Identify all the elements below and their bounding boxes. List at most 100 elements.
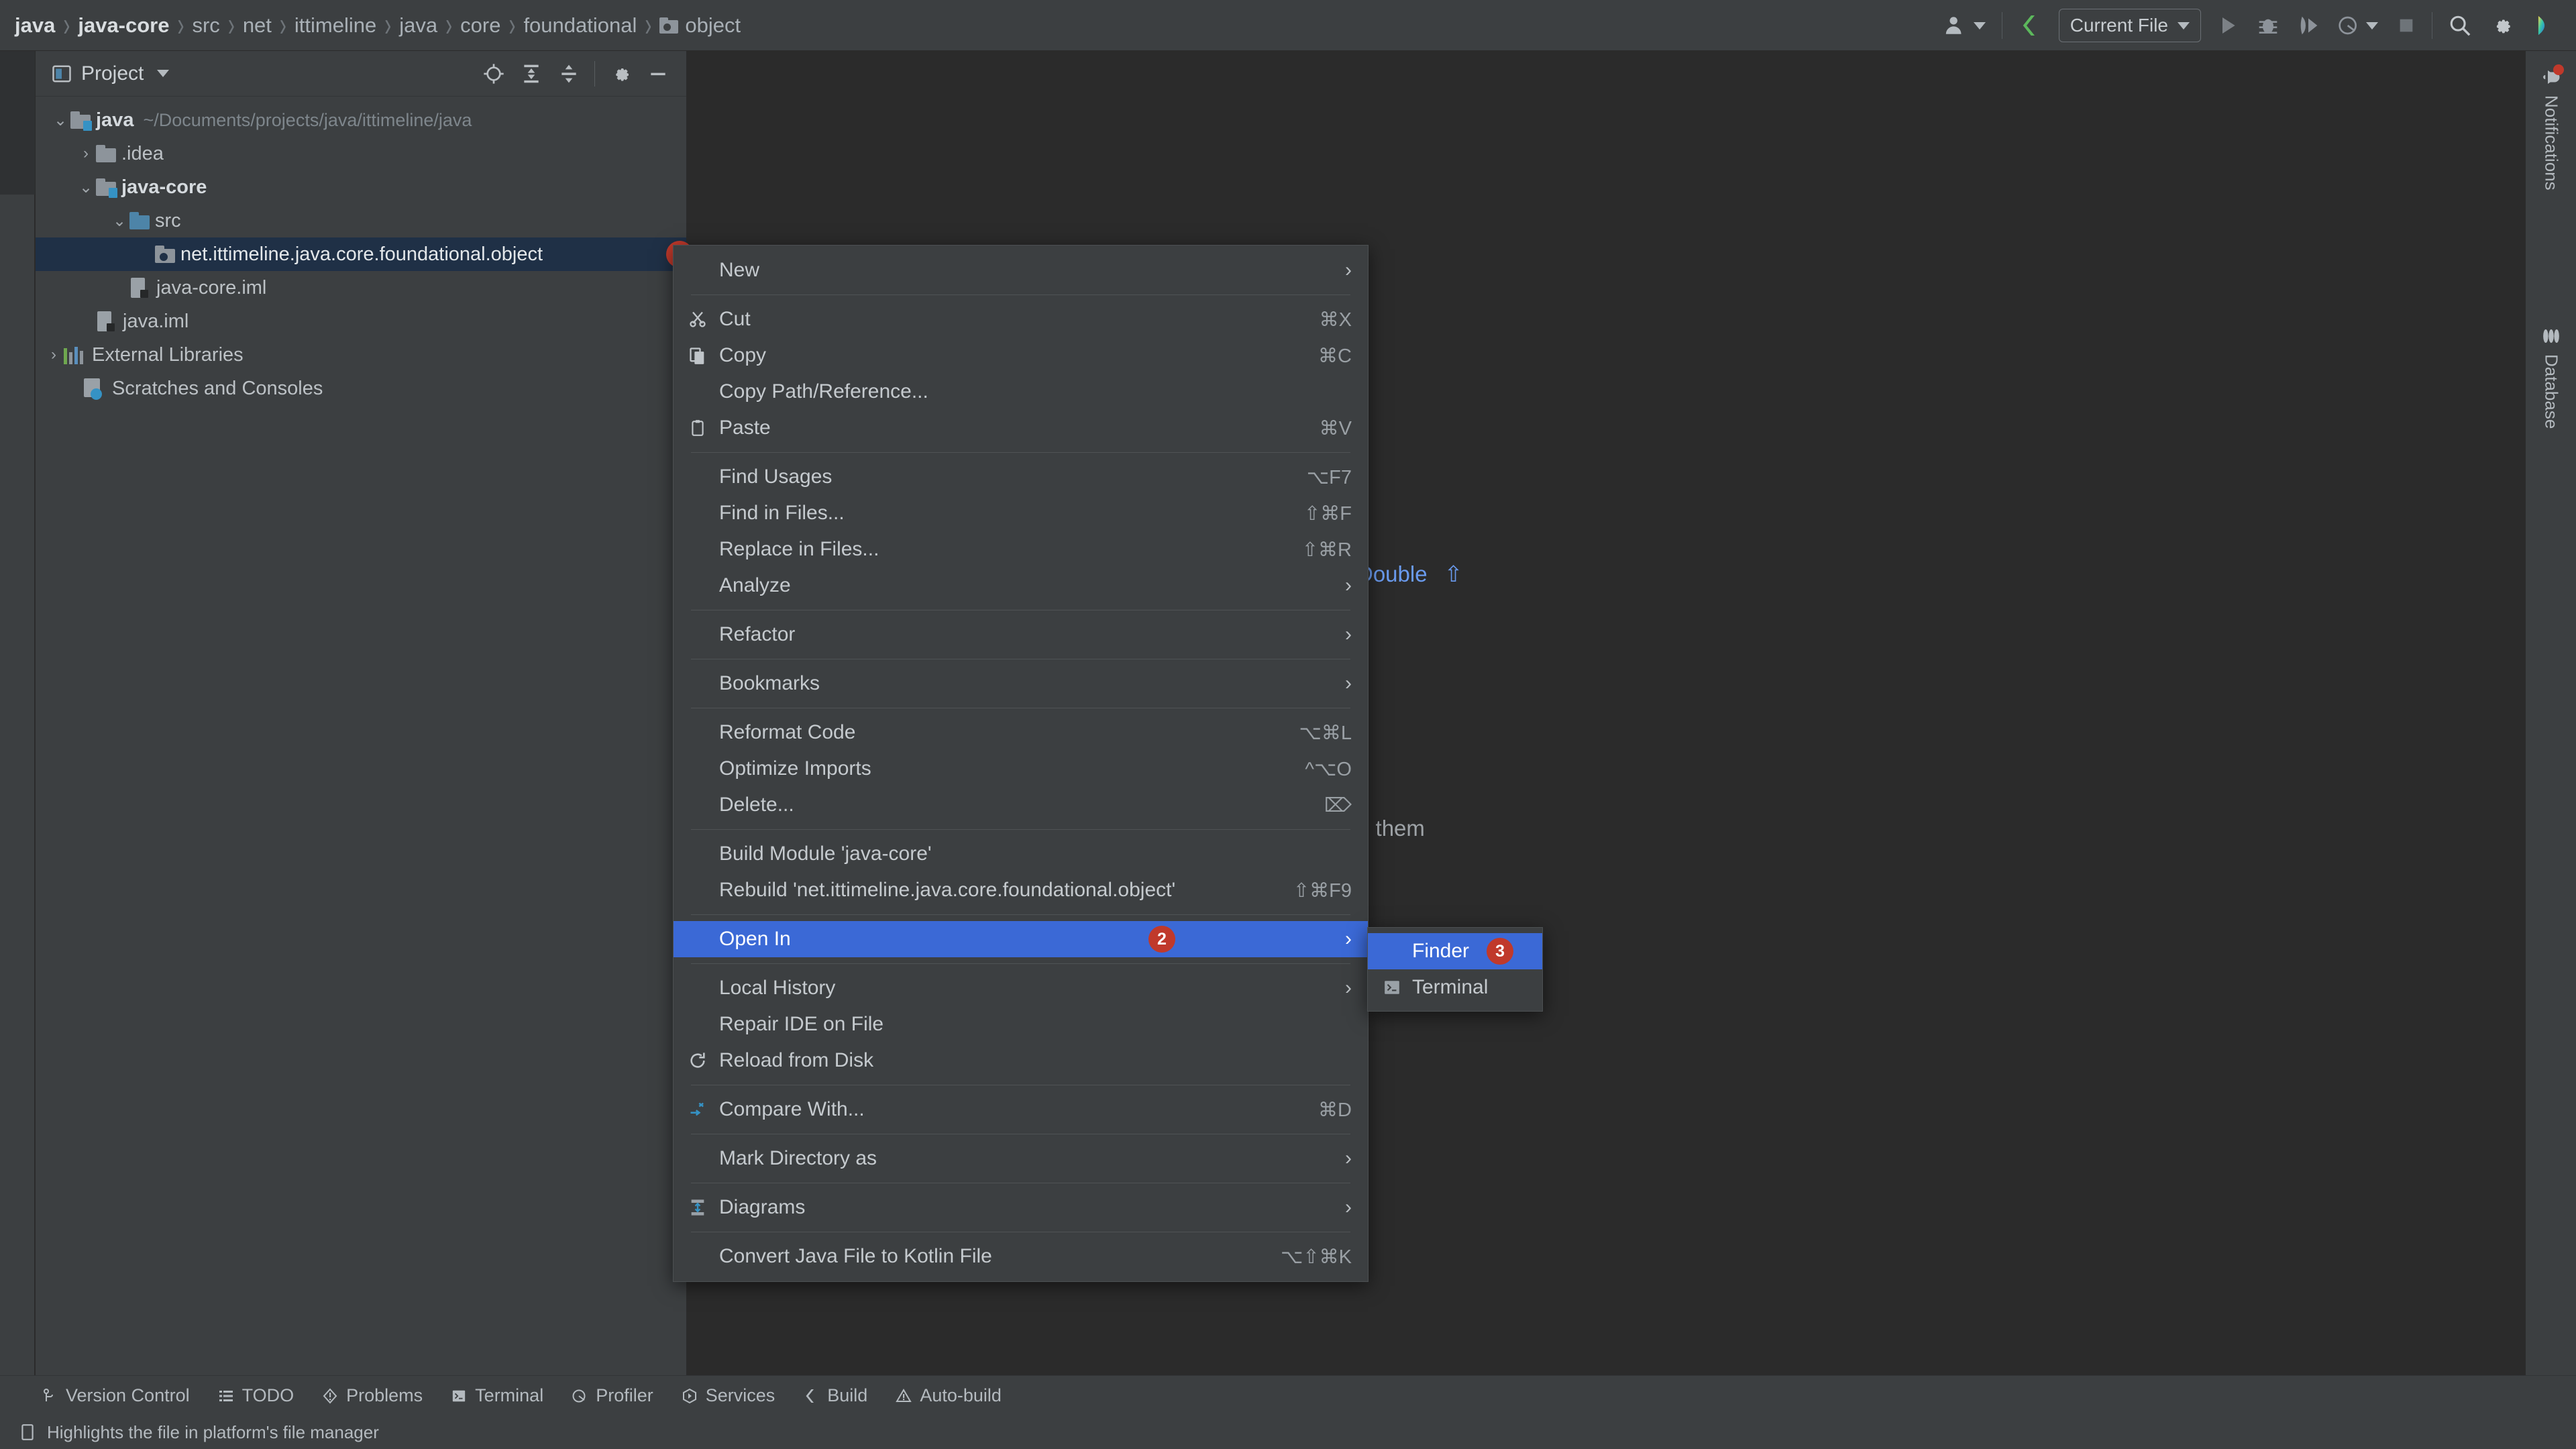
menu-separator bbox=[691, 914, 1350, 915]
menu-item-diagrams[interactable]: Diagrams › bbox=[674, 1189, 1368, 1226]
open-in-submenu[interactable]: Finder 3 Terminal bbox=[1367, 927, 1543, 1012]
submenu-item-finder[interactable]: Finder 3 bbox=[1368, 933, 1542, 969]
chevron-right-icon: › bbox=[1345, 1147, 1352, 1169]
menu-item-delete[interactable]: Delete... ⌦ bbox=[674, 787, 1368, 823]
bottom-item-label: Terminal bbox=[475, 1385, 544, 1405]
gear-icon[interactable] bbox=[602, 55, 639, 93]
tree-node-java-core[interactable]: ⌄ java-core bbox=[36, 170, 686, 204]
menu-item-analyze[interactable]: Analyze › bbox=[674, 568, 1368, 604]
chevron-down-icon[interactable]: ⌄ bbox=[76, 178, 96, 197]
menu-item-optimize-imports[interactable]: Optimize Imports ^⌥O bbox=[674, 751, 1368, 787]
tree-node-scratches[interactable]: › Scratches and Consoles bbox=[36, 372, 686, 405]
menu-item-local-history[interactable]: Local History › bbox=[674, 970, 1368, 1006]
chevron-down-icon[interactable]: ⌄ bbox=[50, 111, 70, 130]
breadcrumb-item-java2[interactable]: java bbox=[396, 13, 440, 38]
menu-item-copy-path-reference[interactable]: Copy Path/Reference... bbox=[674, 374, 1368, 410]
tree-node-package-selected[interactable]: › net.ittimeline.java.core.foundational.… bbox=[36, 237, 693, 271]
tree-node-path: ~/Documents/projects/java/ittimeline/jav… bbox=[143, 109, 472, 130]
tree-node-label: java.iml bbox=[123, 310, 189, 332]
search-icon[interactable] bbox=[2439, 5, 2481, 46]
bottom-item-label: Build bbox=[827, 1385, 868, 1405]
package-icon bbox=[155, 246, 175, 263]
expand-all-icon[interactable] bbox=[513, 55, 550, 93]
menu-item-new[interactable]: New › bbox=[674, 252, 1368, 288]
iml-file-icon bbox=[97, 311, 115, 331]
tree-node-java-iml[interactable]: › java.iml bbox=[36, 305, 686, 338]
account-icon[interactable] bbox=[1935, 5, 1995, 46]
chevron-right-icon: › bbox=[1345, 623, 1352, 645]
status-bar: Highlights the file in platform's file m… bbox=[0, 1415, 2576, 1449]
menu-item-replace-in-files[interactable]: Replace in Files... ⇧⌘R bbox=[674, 531, 1368, 568]
breadcrumb-item-src[interactable]: src bbox=[189, 13, 222, 38]
gear-icon[interactable] bbox=[2481, 5, 2522, 46]
menu-item-paste[interactable]: Paste ⌘V bbox=[674, 410, 1368, 446]
bottom-item-problems[interactable]: Problems bbox=[322, 1385, 423, 1406]
menu-item-find-in-files[interactable]: Find in Files... ⇧⌘F bbox=[674, 495, 1368, 531]
stop-icon[interactable] bbox=[2387, 5, 2425, 46]
menu-item-cut[interactable]: Cut ⌘X bbox=[674, 301, 1368, 337]
menu-item-rebuild-package[interactable]: Rebuild 'net.ittimeline.java.core.founda… bbox=[674, 872, 1368, 908]
breadcrumb-item-core[interactable]: core bbox=[458, 13, 503, 38]
menu-shortcut: ⌘X bbox=[1319, 309, 1352, 331]
menu-item-compare-with[interactable]: Compare With... ⌘D bbox=[674, 1091, 1368, 1128]
chevron-down-icon bbox=[2366, 21, 2378, 30]
collapse-all-icon[interactable] bbox=[550, 55, 588, 93]
build-hammer-icon[interactable] bbox=[2009, 5, 2052, 46]
menu-item-mark-directory-as[interactable]: Mark Directory as › bbox=[674, 1140, 1368, 1177]
menu-item-build-module[interactable]: Build Module 'java-core' bbox=[674, 836, 1368, 872]
run-with-coverage-icon[interactable] bbox=[2288, 5, 2328, 46]
chevron-right-icon[interactable]: › bbox=[44, 345, 64, 364]
menu-item-find-usages[interactable]: Find Usages ⌥F7 bbox=[674, 459, 1368, 495]
breadcrumb-item-java-core[interactable]: java-core bbox=[75, 13, 172, 38]
profiler-icon[interactable] bbox=[2328, 5, 2387, 46]
bottom-item-version-control[interactable]: Version Control bbox=[42, 1385, 190, 1406]
breadcrumb-item-net[interactable]: net bbox=[240, 13, 274, 38]
tree-node-idea[interactable]: › .idea bbox=[36, 137, 686, 170]
tree-node-label: External Libraries bbox=[92, 343, 244, 366]
run-icon[interactable] bbox=[2208, 5, 2248, 46]
menu-item-repair-ide-on-file[interactable]: Repair IDE on File bbox=[674, 1006, 1368, 1042]
menu-item-reformat-code[interactable]: Reformat Code ⌥⌘L bbox=[674, 714, 1368, 751]
minimize-icon[interactable] bbox=[639, 55, 677, 93]
tree-node-src[interactable]: ⌄ src bbox=[36, 204, 686, 237]
breadcrumb-item-foundational[interactable]: foundational bbox=[521, 13, 639, 38]
locate-target-icon[interactable] bbox=[475, 55, 513, 93]
run-configuration-selector[interactable]: Current File bbox=[2058, 9, 2201, 42]
breadcrumb[interactable]: java › java-core › src › net › ittimelin… bbox=[0, 0, 743, 50]
chevron-down-icon bbox=[2178, 21, 2190, 30]
tree-node-label: net.ittimeline.java.core.foundational.ob… bbox=[180, 243, 543, 265]
bottom-item-todo[interactable]: TODO bbox=[218, 1385, 294, 1406]
project-tree[interactable]: ⌄ java ~/Documents/projects/java/ittimel… bbox=[36, 97, 693, 405]
menu-item-refactor[interactable]: Refactor › bbox=[674, 616, 1368, 653]
submenu-item-terminal[interactable]: Terminal bbox=[1368, 969, 1542, 1006]
chevron-right-icon[interactable]: › bbox=[76, 144, 96, 163]
sidebar-item-database[interactable]: Database bbox=[2526, 326, 2576, 527]
menu-item-reload-from-disk[interactable]: Reload from Disk bbox=[674, 1042, 1368, 1079]
menu-item-open-in[interactable]: Open In 2 › bbox=[674, 921, 1368, 957]
left-tool-strip: Project Structure Bookmarks bbox=[0, 51, 35, 1397]
chevron-down-icon[interactable] bbox=[157, 70, 170, 77]
left-strip-active-bg bbox=[0, 51, 35, 195]
bottom-item-services[interactable]: Services bbox=[682, 1385, 775, 1406]
bottom-item-build[interactable]: Build bbox=[803, 1385, 867, 1406]
chevron-down-icon[interactable]: ⌄ bbox=[109, 211, 129, 231]
breadcrumb-item-object[interactable]: object bbox=[657, 13, 743, 38]
tree-node-external-libraries[interactable]: › External Libraries bbox=[36, 338, 686, 372]
menu-item-convert-java-to-kotlin[interactable]: Convert Java File to Kotlin File ⌥⇧⌘K bbox=[674, 1238, 1368, 1275]
tree-node-java[interactable]: ⌄ java ~/Documents/projects/java/ittimel… bbox=[36, 103, 686, 137]
breadcrumb-item-ittimeline[interactable]: ittimeline bbox=[292, 13, 379, 38]
scissors-icon bbox=[684, 308, 711, 331]
debug-icon[interactable] bbox=[2248, 5, 2288, 46]
bottom-item-label: Auto-build bbox=[920, 1385, 1002, 1405]
menu-item-bookmarks[interactable]: Bookmarks › bbox=[674, 665, 1368, 702]
bottom-item-profiler[interactable]: Profiler bbox=[572, 1385, 653, 1406]
context-menu[interactable]: New › Cut ⌘X Copy ⌘C Copy Path/Reference… bbox=[673, 245, 1368, 1282]
sidebar-item-notifications[interactable]: Notifications bbox=[2526, 64, 2576, 302]
breadcrumb-item-java[interactable]: java bbox=[12, 13, 58, 38]
tree-node-java-core-iml[interactable]: › java-core.iml bbox=[36, 271, 686, 305]
menu-item-copy[interactable]: Copy ⌘C bbox=[674, 337, 1368, 374]
bottom-item-terminal[interactable]: Terminal bbox=[451, 1385, 543, 1406]
bottom-item-auto-build[interactable]: Auto-build bbox=[896, 1385, 1002, 1406]
ai-assistant-icon[interactable] bbox=[2522, 5, 2564, 46]
terminal-icon bbox=[1380, 977, 1404, 998]
